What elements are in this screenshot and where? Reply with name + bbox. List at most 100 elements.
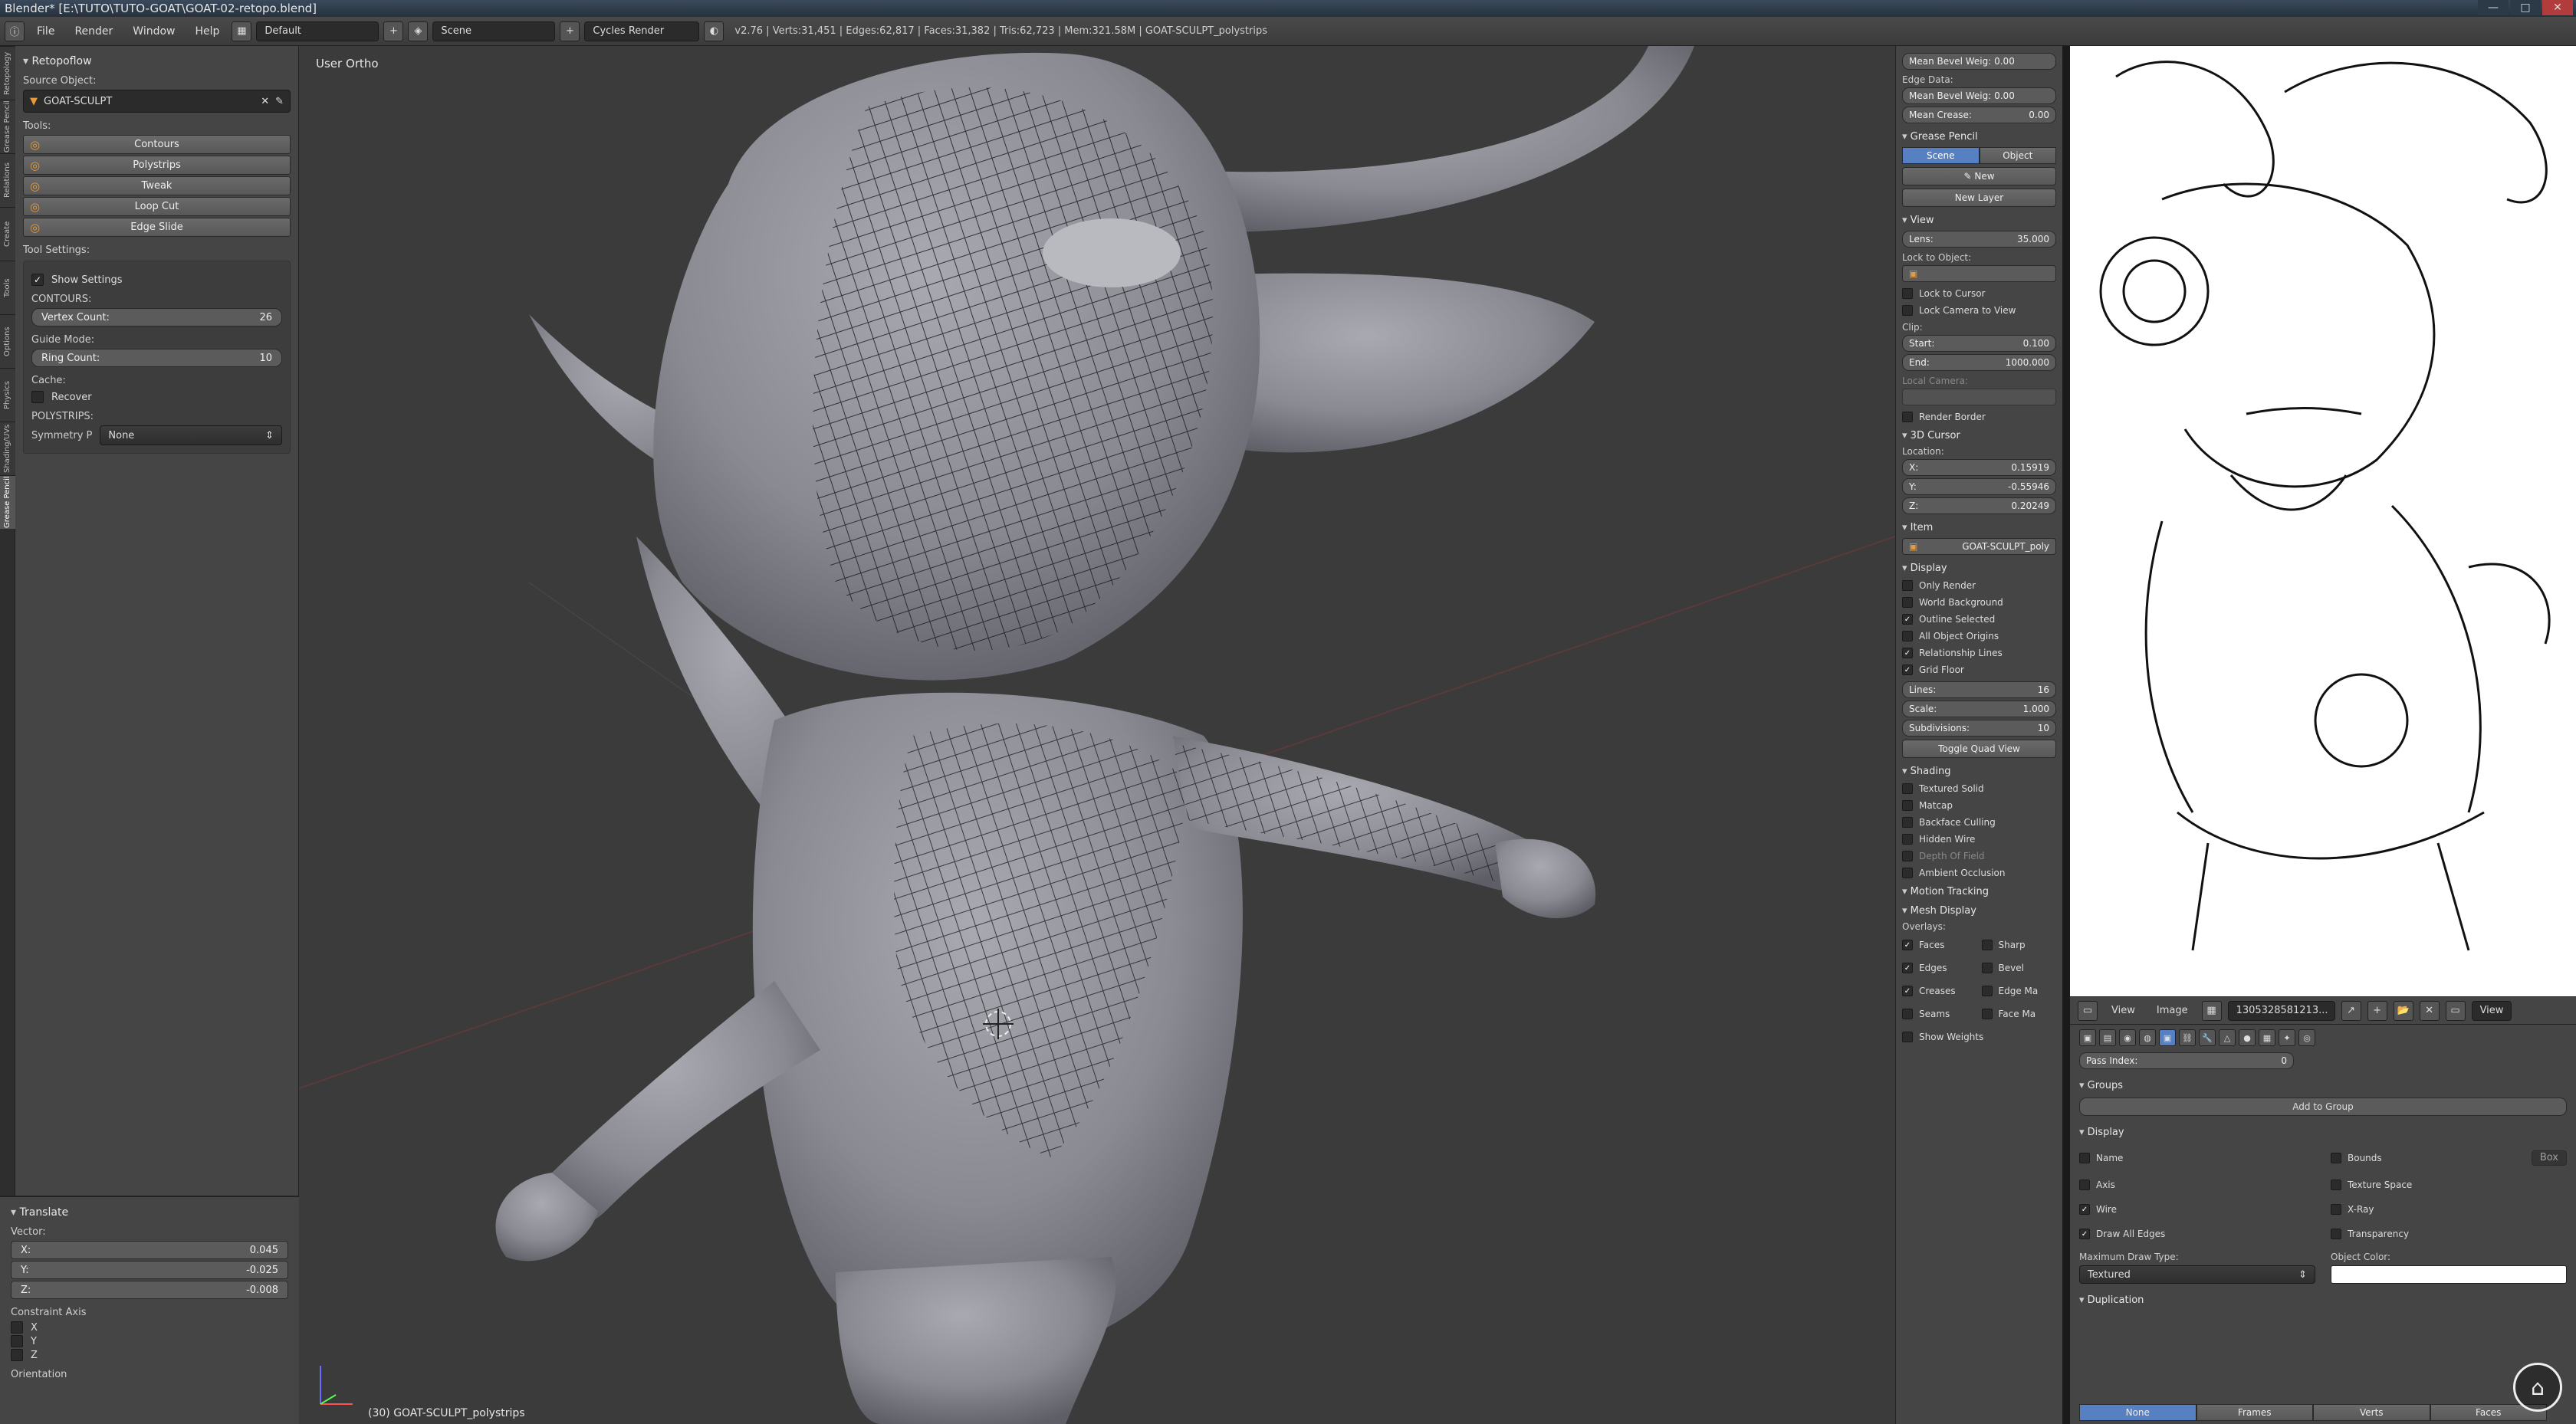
material-tab-icon[interactable]: ●: [2239, 1029, 2256, 1046]
tab-physics[interactable]: Physics: [0, 368, 15, 422]
recover-row[interactable]: Recover: [31, 391, 282, 403]
retopoflow-panel-title[interactable]: Retopoflow: [23, 55, 291, 67]
ambient-occlusion-checkbox[interactable]: [1902, 868, 1913, 878]
transparency-checkbox[interactable]: [2331, 1229, 2341, 1239]
xray-checkbox[interactable]: [2331, 1204, 2341, 1215]
clear-icon[interactable]: ✕: [261, 96, 269, 107]
gp-new-layer-button[interactable]: New Layer: [1902, 189, 2056, 207]
image-browse-icon[interactable]: ▦: [2201, 1000, 2222, 1021]
cursor-x-field[interactable]: X: 0.15919: [1902, 459, 2056, 476]
eyedropper-icon[interactable]: ✎: [275, 96, 284, 107]
outline-selected-row[interactable]: ✓ Outline Selected: [1902, 614, 2056, 625]
grease-pencil-panel[interactable]: Grease Pencil: [1902, 131, 2056, 143]
depth-of-field-checkbox[interactable]: [1902, 851, 1913, 861]
dup-verts-button[interactable]: Verts: [2313, 1404, 2430, 1421]
cursor-y-field[interactable]: Y: -0.55946: [1902, 478, 2056, 495]
new-image-icon[interactable]: +: [2367, 1000, 2387, 1021]
gp-scene-button[interactable]: Scene: [1902, 147, 1980, 164]
textured-solid-row[interactable]: Textured Solid: [1902, 783, 2056, 794]
show-settings-checkbox[interactable]: ✓: [31, 274, 44, 286]
creases-row[interactable]: ✓ Creases: [1902, 986, 1977, 996]
depth-of-field-row[interactable]: Depth Of Field: [1902, 851, 2056, 861]
lock-object-field[interactable]: ▣: [1902, 265, 2056, 282]
scene-field[interactable]: Scene: [432, 21, 556, 41]
minimize-button[interactable]: —: [2478, 0, 2509, 15]
gp-new-button[interactable]: ✎ New: [1902, 167, 2056, 185]
dup-none-button[interactable]: None: [2079, 1404, 2196, 1421]
image-menu-image[interactable]: Image: [2149, 1002, 2196, 1019]
view-panel[interactable]: View: [1902, 215, 2056, 226]
show-weights-row[interactable]: Show Weights: [1902, 1032, 2056, 1042]
draw-all-edges-checkbox[interactable]: ✓: [2079, 1229, 2090, 1239]
menu-render[interactable]: Render: [67, 22, 120, 41]
mean-crease-field[interactable]: Mean Crease: 0.00: [1902, 107, 2056, 123]
menu-help[interactable]: Help: [187, 22, 227, 41]
local-camera-field[interactable]: [1902, 389, 2056, 405]
ring-count-field[interactable]: Ring Count: 10: [31, 349, 282, 367]
edge-marks-checkbox[interactable]: [1981, 986, 1993, 996]
add-to-group-button[interactable]: Add to Group: [2079, 1098, 2567, 1116]
faces-row[interactable]: ✓ Faces: [1902, 940, 1977, 950]
open-image-icon[interactable]: 📂: [2393, 1000, 2413, 1021]
physics-tab-icon[interactable]: ◎: [2298, 1029, 2315, 1046]
add-scene-icon[interactable]: +: [560, 21, 580, 41]
layout-icon[interactable]: ▦: [232, 21, 252, 41]
seams-checkbox[interactable]: [1902, 1009, 1913, 1019]
screen-layout-field[interactable]: Default: [256, 21, 380, 41]
bevel-row[interactable]: Bevel: [1981, 963, 2057, 973]
item-name-field[interactable]: ▣ GOAT-SCULPT_poly: [1902, 538, 2056, 555]
cursor-z-field[interactable]: Z: 0.20249: [1902, 497, 2056, 514]
clip-start-field[interactable]: Start: 0.100: [1902, 335, 2056, 352]
menu-window[interactable]: Window: [125, 22, 182, 41]
translate-panel-title[interactable]: Translate: [11, 1206, 288, 1219]
constraint-x-row[interactable]: X: [11, 1321, 288, 1334]
add-layout-icon[interactable]: +: [383, 21, 404, 41]
3d-cursor-panel[interactable]: 3D Cursor: [1902, 430, 2056, 441]
world-bg-checkbox[interactable]: [1902, 597, 1913, 608]
vertex-count-field[interactable]: Vertex Count: 26: [31, 308, 282, 326]
groups-panel[interactable]: Groups: [2079, 1080, 2567, 1091]
edge-slide-button[interactable]: ◎ Edge Slide: [23, 218, 291, 237]
ambient-occlusion-row[interactable]: Ambient Occlusion: [1902, 868, 2056, 878]
image-editor-type-icon[interactable]: ▭: [2078, 1000, 2098, 1021]
lock-cursor-row[interactable]: Lock to Cursor: [1902, 288, 2056, 299]
sharp-row[interactable]: Sharp: [1981, 940, 2057, 950]
clip-end-field[interactable]: End: 1000.000: [1902, 354, 2056, 371]
image-name-field[interactable]: 1305328581213...: [2227, 1000, 2335, 1021]
seams-row[interactable]: Seams: [1902, 1009, 1977, 1019]
tab-tools[interactable]: Tools: [0, 261, 15, 314]
textured-solid-checkbox[interactable]: [1902, 783, 1913, 794]
display-panel[interactable]: Display: [1902, 563, 2056, 574]
shading-panel[interactable]: Shading: [1902, 766, 2056, 777]
edge-marks-row[interactable]: Edge Ma: [1981, 986, 2057, 996]
bevel-checkbox[interactable]: [1981, 963, 1993, 973]
tweak-button[interactable]: ◎ Tweak: [23, 176, 291, 195]
duplication-panel[interactable]: Duplication: [2079, 1294, 2567, 1306]
world-tab-icon[interactable]: ◍: [2139, 1029, 2156, 1046]
tab-create[interactable]: Create: [0, 207, 15, 261]
contours-button[interactable]: ◎ Contours: [23, 135, 291, 154]
constraint-z-checkbox[interactable]: [11, 1349, 23, 1361]
motion-tracking-panel[interactable]: Motion Tracking: [1902, 886, 2056, 897]
sharp-checkbox[interactable]: [1981, 940, 1993, 950]
matcap-checkbox[interactable]: [1902, 800, 1913, 811]
name-row[interactable]: Name: [2079, 1150, 2315, 1166]
loop-cut-button[interactable]: ◎ Loop Cut: [23, 197, 291, 216]
menu-file[interactable]: File: [29, 22, 62, 41]
tab-options[interactable]: Options: [0, 314, 15, 368]
gp-object-button[interactable]: Object: [1979, 147, 2056, 164]
toggle-quad-view-button[interactable]: Toggle Quad View: [1902, 740, 2056, 758]
modifiers-tab-icon[interactable]: 🔧: [2199, 1029, 2216, 1046]
lock-cursor-checkbox[interactable]: [1902, 288, 1913, 299]
maximize-button[interactable]: □: [2510, 0, 2541, 15]
item-panel[interactable]: Item: [1902, 522, 2056, 533]
show-settings-row[interactable]: ✓ Show Settings: [31, 274, 282, 286]
creases-checkbox[interactable]: ✓: [1902, 986, 1913, 996]
image-editor[interactable]: [2070, 46, 2576, 996]
outline-selected-checkbox[interactable]: ✓: [1902, 614, 1913, 625]
tab-relations[interactable]: Relations: [0, 153, 15, 207]
axis-checkbox[interactable]: [2079, 1180, 2090, 1190]
scene-icon[interactable]: ◈: [408, 21, 429, 41]
name-checkbox[interactable]: [2079, 1153, 2090, 1163]
unlink-image-icon[interactable]: ✕: [2419, 1000, 2440, 1021]
